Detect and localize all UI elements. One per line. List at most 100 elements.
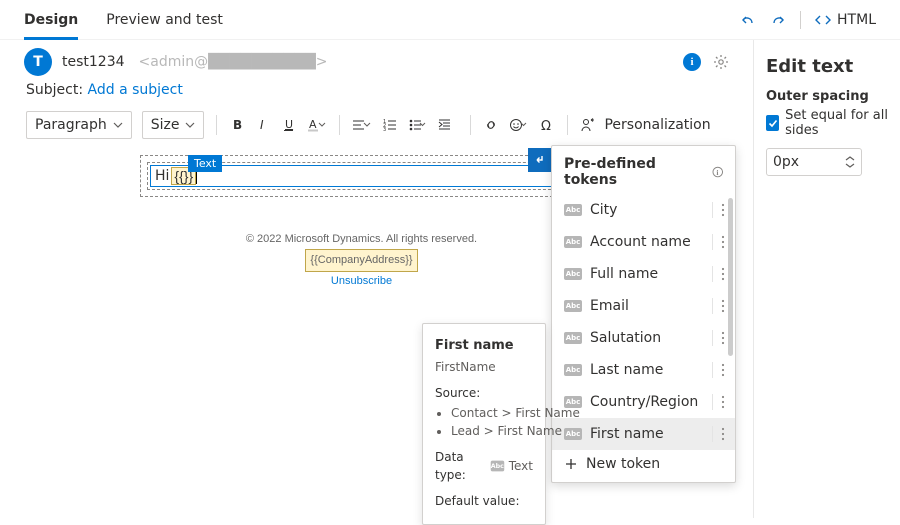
token-item[interactable]: Salutation	[552, 322, 735, 354]
layout-block[interactable]: Text Hi {{}}	[140, 155, 583, 197]
font-color-button[interactable]: A	[307, 117, 327, 133]
svg-text:i: i	[716, 168, 719, 177]
token-item[interactable]: Email	[552, 290, 735, 322]
separator	[712, 362, 713, 378]
chevron-down-icon	[113, 120, 123, 130]
tokens-header: Pre-defined tokens i	[552, 146, 735, 194]
token-item-label: Account name	[590, 234, 704, 250]
text-type-icon	[564, 268, 582, 280]
properties-panel: Edit text Outer spacing Set equal for al…	[753, 40, 900, 518]
details-source-list: Contact > First NameLead > First Name	[435, 404, 533, 440]
token-item[interactable]: Full name	[552, 258, 735, 290]
separator	[216, 115, 217, 135]
html-label: HTML	[837, 12, 876, 28]
font-size-value: Size	[151, 117, 180, 133]
link-button[interactable]	[483, 117, 499, 133]
more-icon[interactable]	[721, 203, 725, 217]
tab-design-label: Design	[24, 12, 78, 28]
separator	[339, 115, 340, 135]
indent-button[interactable]	[438, 117, 458, 133]
svg-text:I: I	[260, 118, 264, 132]
font-size-select[interactable]: Size	[142, 111, 205, 139]
from-actions: i	[683, 53, 729, 71]
personalization-button[interactable]: Personalization	[580, 117, 710, 133]
separator	[800, 11, 801, 29]
token-item-label: First name	[590, 426, 704, 442]
chevron-down-icon	[845, 162, 855, 169]
top-bar: Design Preview and test HTML	[0, 0, 900, 40]
numbered-list-button[interactable]: 123	[382, 117, 398, 133]
spin-buttons[interactable]	[845, 155, 855, 169]
undo-icon[interactable]	[740, 12, 756, 28]
token-item-label: Last name	[590, 362, 704, 378]
italic-button[interactable]: I	[255, 117, 271, 133]
info-outline-icon[interactable]: i	[712, 166, 724, 178]
tab-design[interactable]: Design	[24, 0, 78, 40]
new-token-button[interactable]: New token	[552, 446, 735, 482]
tokens-header-text: Pre-defined tokens	[564, 156, 708, 188]
chevron-down-icon	[185, 120, 195, 130]
company-address-token[interactable]: {{CompanyAddress}}	[306, 250, 416, 271]
subject-link[interactable]: Add a subject	[88, 82, 183, 98]
more-icon[interactable]	[721, 363, 725, 377]
chevron-up-icon	[845, 155, 855, 162]
html-button[interactable]: HTML	[815, 12, 876, 28]
gear-icon[interactable]	[713, 54, 729, 70]
more-icon[interactable]	[721, 299, 725, 313]
svg-text:3: 3	[383, 127, 386, 133]
underline-button[interactable]: U	[281, 117, 297, 133]
redo-icon[interactable]	[770, 12, 786, 28]
token-item[interactable]: First name	[552, 418, 735, 450]
unsubscribe-link[interactable]: Unsubscribe	[331, 275, 392, 287]
code-icon	[815, 12, 831, 28]
separator	[567, 115, 568, 135]
paragraph-style-select[interactable]: Paragraph	[26, 111, 132, 139]
more-icon[interactable]	[721, 235, 725, 249]
info-icon[interactable]: i	[683, 53, 701, 71]
bold-button[interactable]: B	[229, 117, 245, 133]
token-item[interactable]: Account name	[552, 226, 735, 258]
panel-title: Edit text	[766, 50, 900, 89]
from-name: test1234	[62, 54, 125, 70]
svg-text:Ω: Ω	[541, 119, 551, 133]
emoji-button[interactable]	[509, 117, 529, 133]
tab-preview[interactable]: Preview and test	[106, 0, 223, 40]
tab-preview-label: Preview and test	[106, 12, 223, 28]
more-icon[interactable]	[721, 427, 725, 441]
spacing-input[interactable]: 0px	[766, 148, 862, 176]
text-body: Hi	[155, 168, 169, 184]
from-email: <admin@██████████>	[139, 54, 328, 70]
equal-sides-checkbox[interactable]: Set equal for all sides	[766, 108, 900, 138]
scrollbar-thumb[interactable]	[728, 198, 733, 356]
text-type-icon	[564, 332, 582, 344]
token-item-label: Salutation	[590, 330, 704, 346]
checkbox-checked-icon	[766, 115, 779, 131]
separator	[712, 298, 713, 314]
token-item-label: Email	[590, 298, 704, 314]
more-icon[interactable]	[721, 267, 725, 281]
align-button[interactable]	[352, 117, 372, 133]
subject-row: Subject: Add a subject	[0, 80, 753, 107]
token-item-label: City	[590, 202, 704, 218]
separator	[712, 394, 713, 410]
text-type-icon	[564, 428, 582, 440]
more-icon[interactable]	[721, 331, 725, 345]
separator	[712, 202, 713, 218]
bullet-list-button[interactable]	[408, 117, 428, 133]
formatting-toolbar: Paragraph Size B I U A 123 Ω	[0, 107, 753, 147]
design-tabs: Design Preview and test	[24, 0, 223, 40]
text-type-icon	[564, 236, 582, 248]
text-type-icon	[564, 204, 582, 216]
token-item[interactable]: City	[552, 194, 735, 226]
separator	[712, 330, 713, 346]
details-source-item: Contact > First Name	[451, 404, 533, 422]
token-item[interactable]: Last name	[552, 354, 735, 386]
svg-text:A: A	[309, 118, 317, 131]
new-token-label: New token	[586, 456, 660, 472]
details-datatype-value: Text	[509, 457, 533, 475]
details-source-item: Lead > First Name	[451, 422, 533, 440]
special-char-button[interactable]: Ω	[539, 117, 555, 133]
more-icon[interactable]	[721, 395, 725, 409]
plus-icon	[564, 457, 578, 471]
details-source-label: Source:	[435, 384, 533, 402]
